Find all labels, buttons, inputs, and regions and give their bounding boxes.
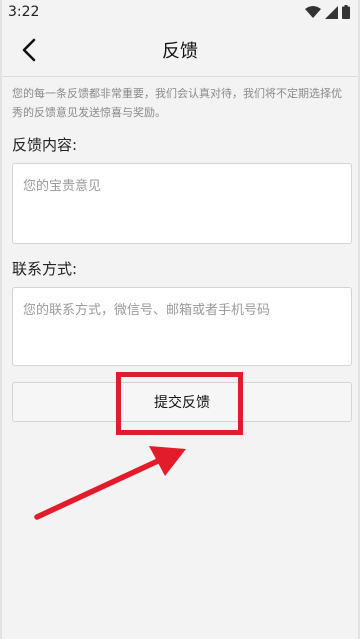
status-time: 3:22 (8, 4, 40, 20)
wifi-icon (305, 5, 321, 18)
pointer-arrow-head (149, 446, 186, 476)
nav-bar: 反馈 (2, 24, 358, 76)
back-button[interactable] (12, 33, 46, 67)
signal-icon (325, 5, 338, 19)
status-bar: 3:22 (2, 0, 358, 24)
feedback-input[interactable]: 您的宝贵意见 (12, 163, 352, 244)
status-icons (305, 5, 350, 19)
feedback-placeholder: 您的宝贵意见 (23, 179, 102, 194)
highlight-box (116, 372, 243, 435)
chevron-left-icon (22, 38, 36, 62)
intro-text: 您的每一条反馈都非常重要，我们会认真对待，我们将不定期选择优秀的反馈意见发送惊喜… (12, 87, 342, 119)
pointer-arrow-shaft (34, 457, 163, 520)
contact-label: 联系方式: (12, 260, 78, 278)
feedback-screen: 3:22 反馈 您的每一条反馈都非常重要，我们会认真对待，我们将不定期选择优秀的… (0, 0, 360, 639)
feedback-label: 反馈内容: (12, 136, 78, 154)
battery-icon (342, 5, 350, 19)
contact-placeholder: 您的联系方式，微信号、邮箱或者手机号码 (23, 303, 271, 318)
contact-input[interactable]: 您的联系方式，微信号、邮箱或者手机号码 (12, 287, 352, 366)
header-divider (2, 76, 358, 77)
page-title: 反馈 (162, 41, 198, 62)
